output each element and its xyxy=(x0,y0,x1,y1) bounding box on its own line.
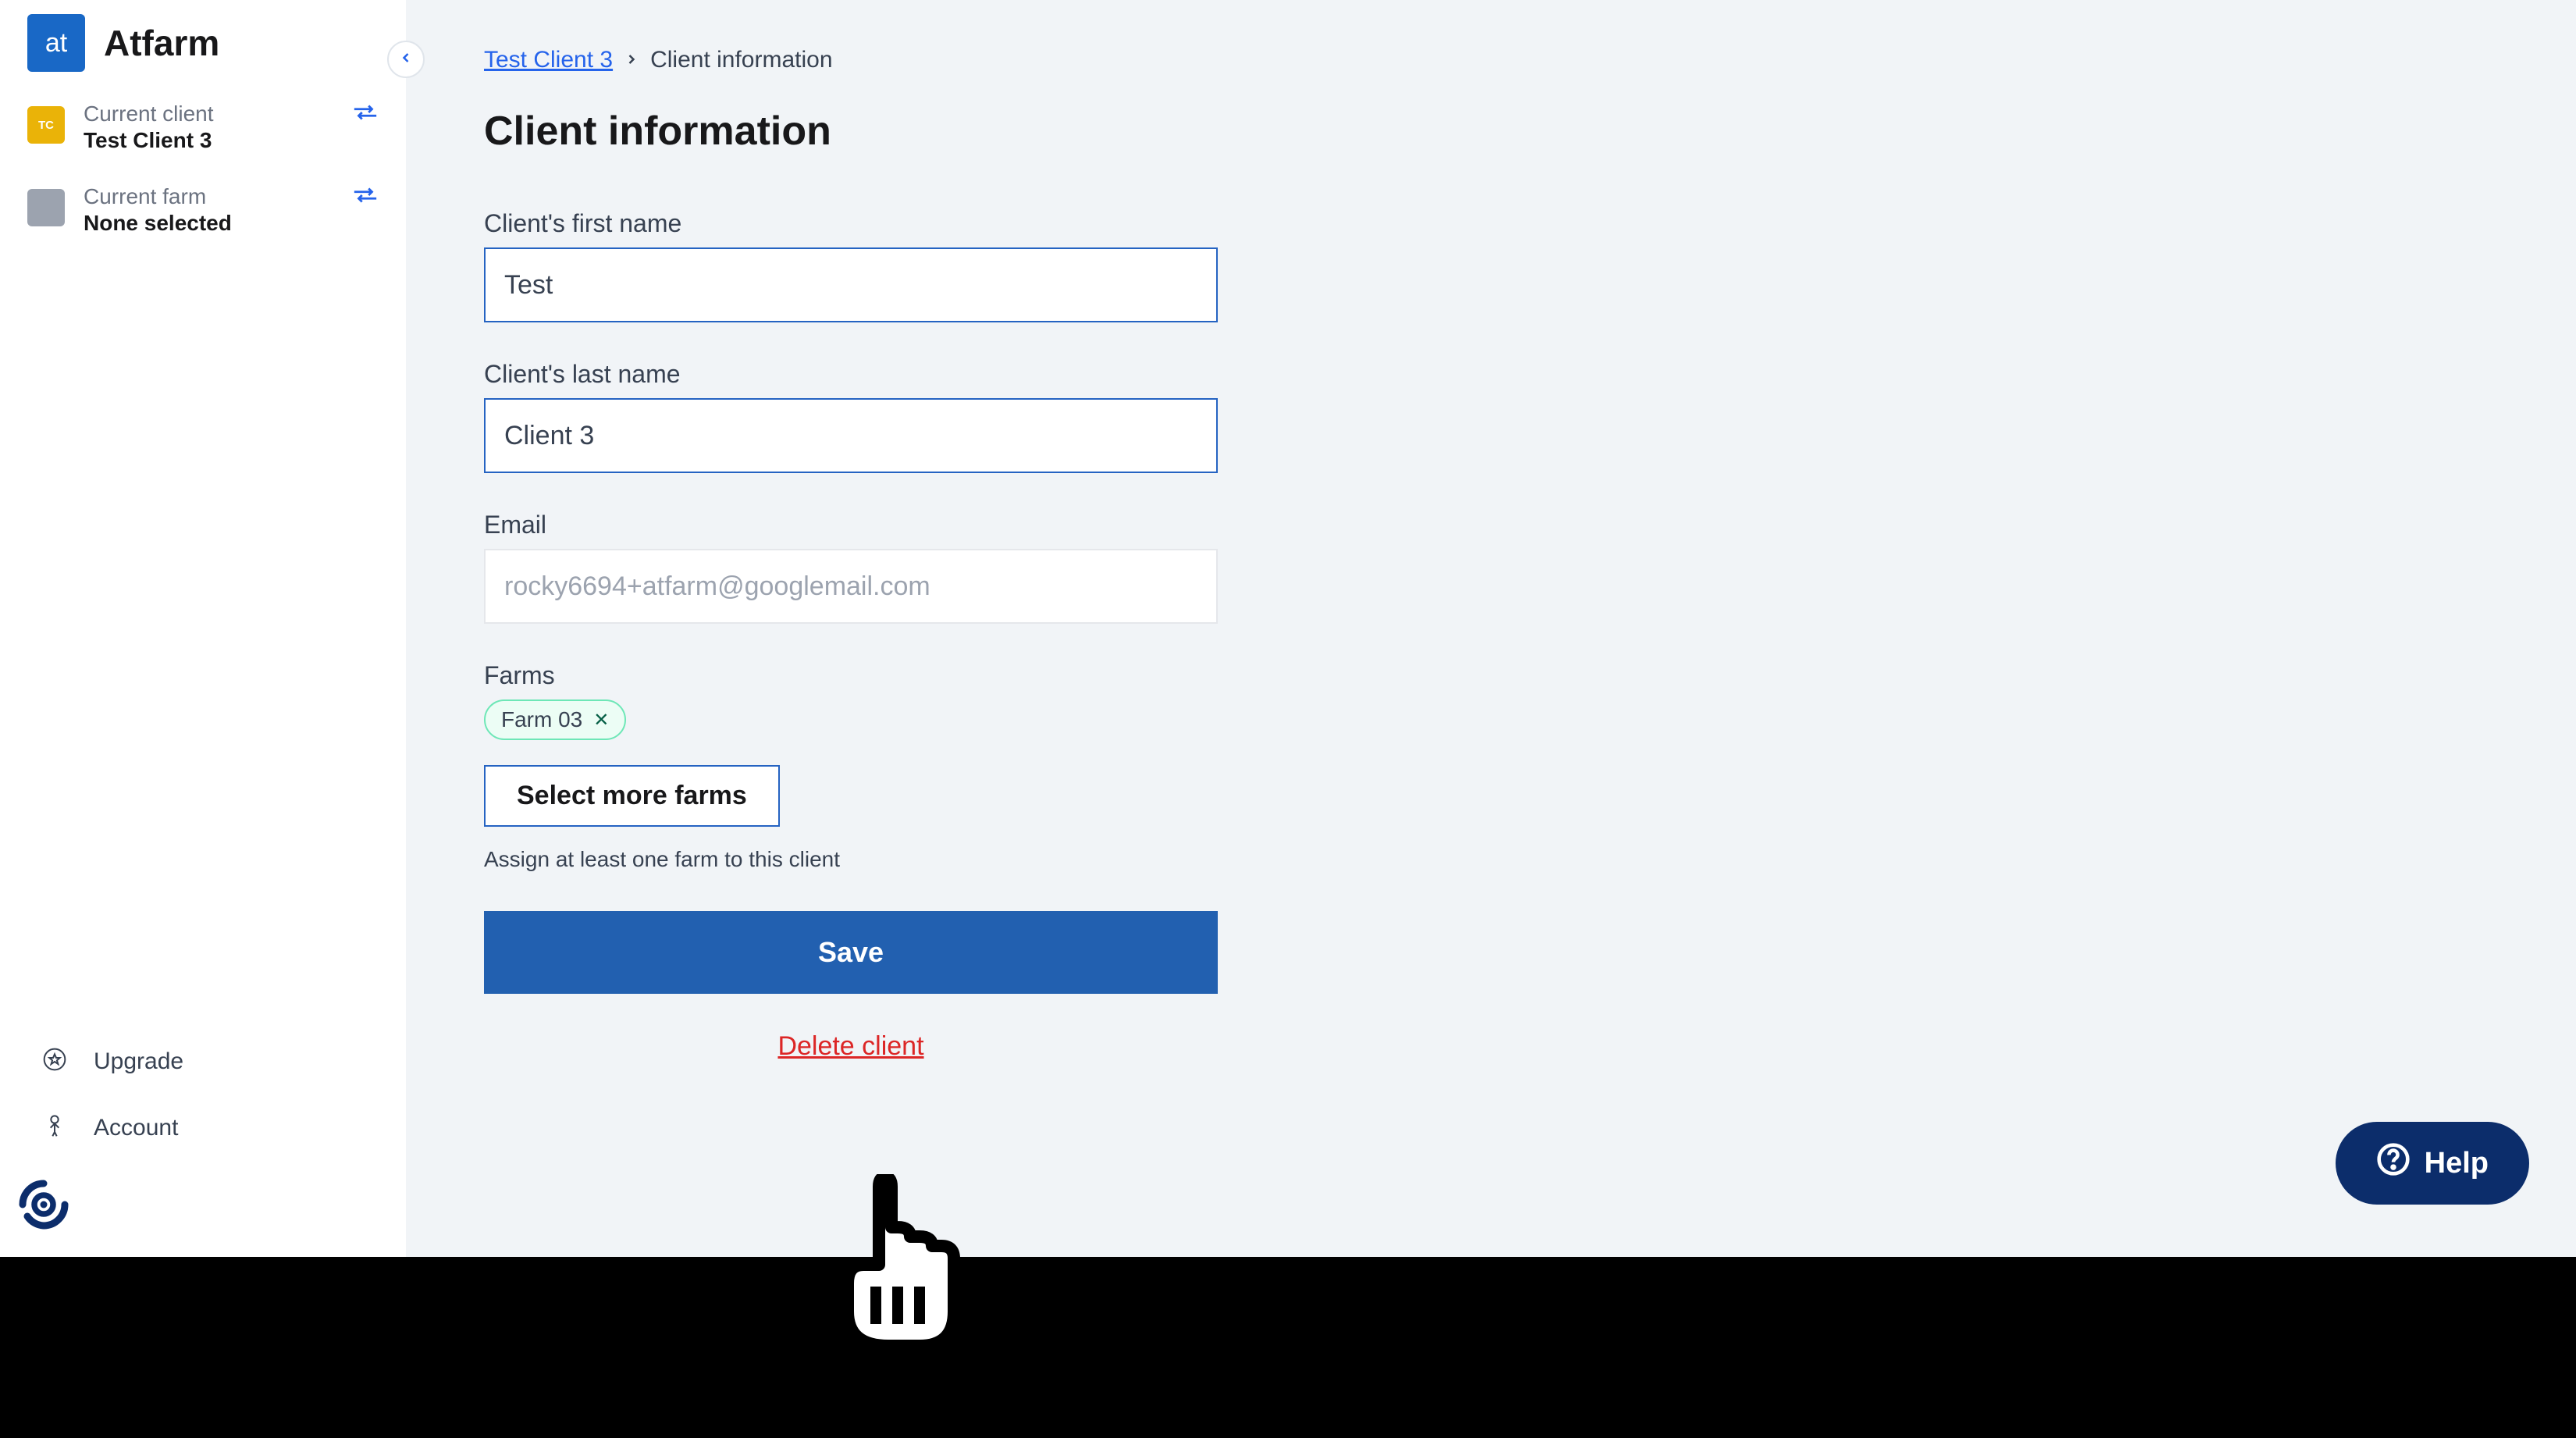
sidebar-collapse-button[interactable] xyxy=(387,41,425,78)
swap-client-icon[interactable] xyxy=(352,105,379,124)
save-button[interactable]: Save xyxy=(484,911,1218,994)
farm-info: Current farm None selected xyxy=(84,184,333,236)
app-name: Atfarm xyxy=(104,22,219,64)
breadcrumb-current: Client information xyxy=(650,47,832,73)
help-button[interactable]: Help xyxy=(2336,1122,2529,1205)
star-icon xyxy=(42,1047,67,1076)
current-client-row[interactable]: TC Current client Test Client 3 xyxy=(27,101,379,153)
chevron-left-icon xyxy=(398,50,414,69)
breadcrumb-link[interactable]: Test Client 3 xyxy=(484,47,613,73)
farm-tags-row: Farm 03 ✕ xyxy=(484,699,2498,740)
email-field: Email xyxy=(484,511,2498,624)
current-farm-label: Current farm xyxy=(84,184,333,209)
last-name-input[interactable] xyxy=(484,398,1218,473)
farm-section: Current farm None selected xyxy=(0,169,406,251)
farms-field: Farms Farm 03 ✕ Select more farms Assign… xyxy=(484,661,2498,872)
sidebar-account-label: Account xyxy=(94,1115,178,1141)
farm-tag-remove-icon[interactable]: ✕ xyxy=(593,709,609,731)
app-logo: at xyxy=(27,14,85,72)
farm-tag-label: Farm 03 xyxy=(501,707,582,732)
current-farm-value: None selected xyxy=(84,211,333,236)
farm-avatar xyxy=(27,189,65,226)
first-name-input[interactable] xyxy=(484,247,1218,322)
main-content: Test Client 3 Client information Client … xyxy=(406,0,2576,1257)
farms-label: Farms xyxy=(484,661,2498,690)
help-icon xyxy=(2376,1142,2411,1184)
help-label: Help xyxy=(2425,1147,2489,1180)
client-avatar-text: TC xyxy=(38,119,54,132)
sidebar-item-account[interactable]: Account xyxy=(0,1095,406,1161)
current-farm-row[interactable]: Current farm None selected xyxy=(27,184,379,236)
breadcrumb: Test Client 3 Client information xyxy=(484,47,2498,73)
delete-client-link[interactable]: Delete client xyxy=(484,1031,1218,1062)
swap-farm-icon[interactable] xyxy=(352,187,379,207)
first-name-label: Client's first name xyxy=(484,209,2498,238)
sidebar-bottom: Upgrade Account xyxy=(0,1028,406,1257)
sidebar-header: at Atfarm xyxy=(0,0,406,86)
app-logo-text: at xyxy=(45,28,67,59)
sidebar-upgrade-label: Upgrade xyxy=(94,1048,183,1075)
current-client-value: Test Client 3 xyxy=(84,128,333,153)
select-more-farms-button[interactable]: Select more farms xyxy=(484,765,780,827)
chevron-right-icon xyxy=(624,48,639,73)
first-name-field: Client's first name xyxy=(484,209,2498,322)
farm-tag: Farm 03 ✕ xyxy=(484,699,626,740)
last-name-field: Client's last name xyxy=(484,360,2498,473)
sidebar: at Atfarm TC Current client Test Client … xyxy=(0,0,406,1257)
farms-hint: Assign at least one farm to this client xyxy=(484,847,2498,872)
current-client-label: Current client xyxy=(84,101,333,126)
client-avatar: TC xyxy=(27,106,65,144)
page-title: Client information xyxy=(484,108,2498,155)
last-name-label: Client's last name xyxy=(484,360,2498,389)
client-section: TC Current client Test Client 3 xyxy=(0,86,406,169)
sidebar-item-upgrade[interactable]: Upgrade xyxy=(0,1028,406,1095)
status-indicator-icon xyxy=(0,1161,406,1257)
email-input xyxy=(484,549,1218,624)
person-icon xyxy=(42,1113,67,1142)
email-label: Email xyxy=(484,511,2498,539)
client-info: Current client Test Client 3 xyxy=(84,101,333,153)
